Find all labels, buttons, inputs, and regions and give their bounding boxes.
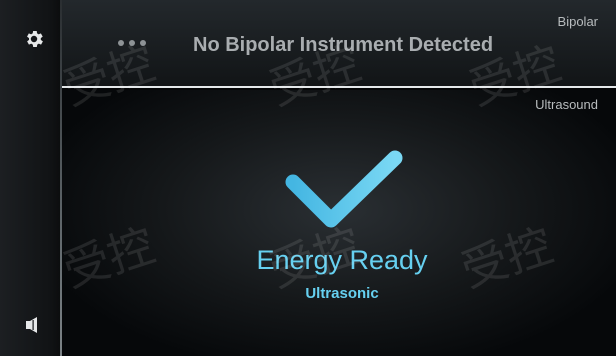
more-dots-icon[interactable] xyxy=(118,40,146,46)
bipolar-channel-label: Bipolar xyxy=(557,14,598,29)
ultrasound-channel-label: Ultrasound xyxy=(535,97,598,112)
speaker-icon[interactable] xyxy=(25,316,41,334)
dot xyxy=(118,40,124,46)
energy-ready-status: Energy Ready xyxy=(256,245,428,275)
panel-divider xyxy=(62,86,616,88)
dot xyxy=(140,40,146,46)
energy-mode-label: Ultrasonic xyxy=(305,285,379,302)
gear-icon[interactable] xyxy=(23,28,45,50)
generator-screen: Bipolar No Bipolar Instrument Detected U… xyxy=(0,0,616,356)
bipolar-status-text: No Bipolar Instrument Detected xyxy=(193,34,494,56)
dot xyxy=(129,40,135,46)
sidebar xyxy=(0,0,62,356)
checkmark-icon xyxy=(285,150,403,228)
